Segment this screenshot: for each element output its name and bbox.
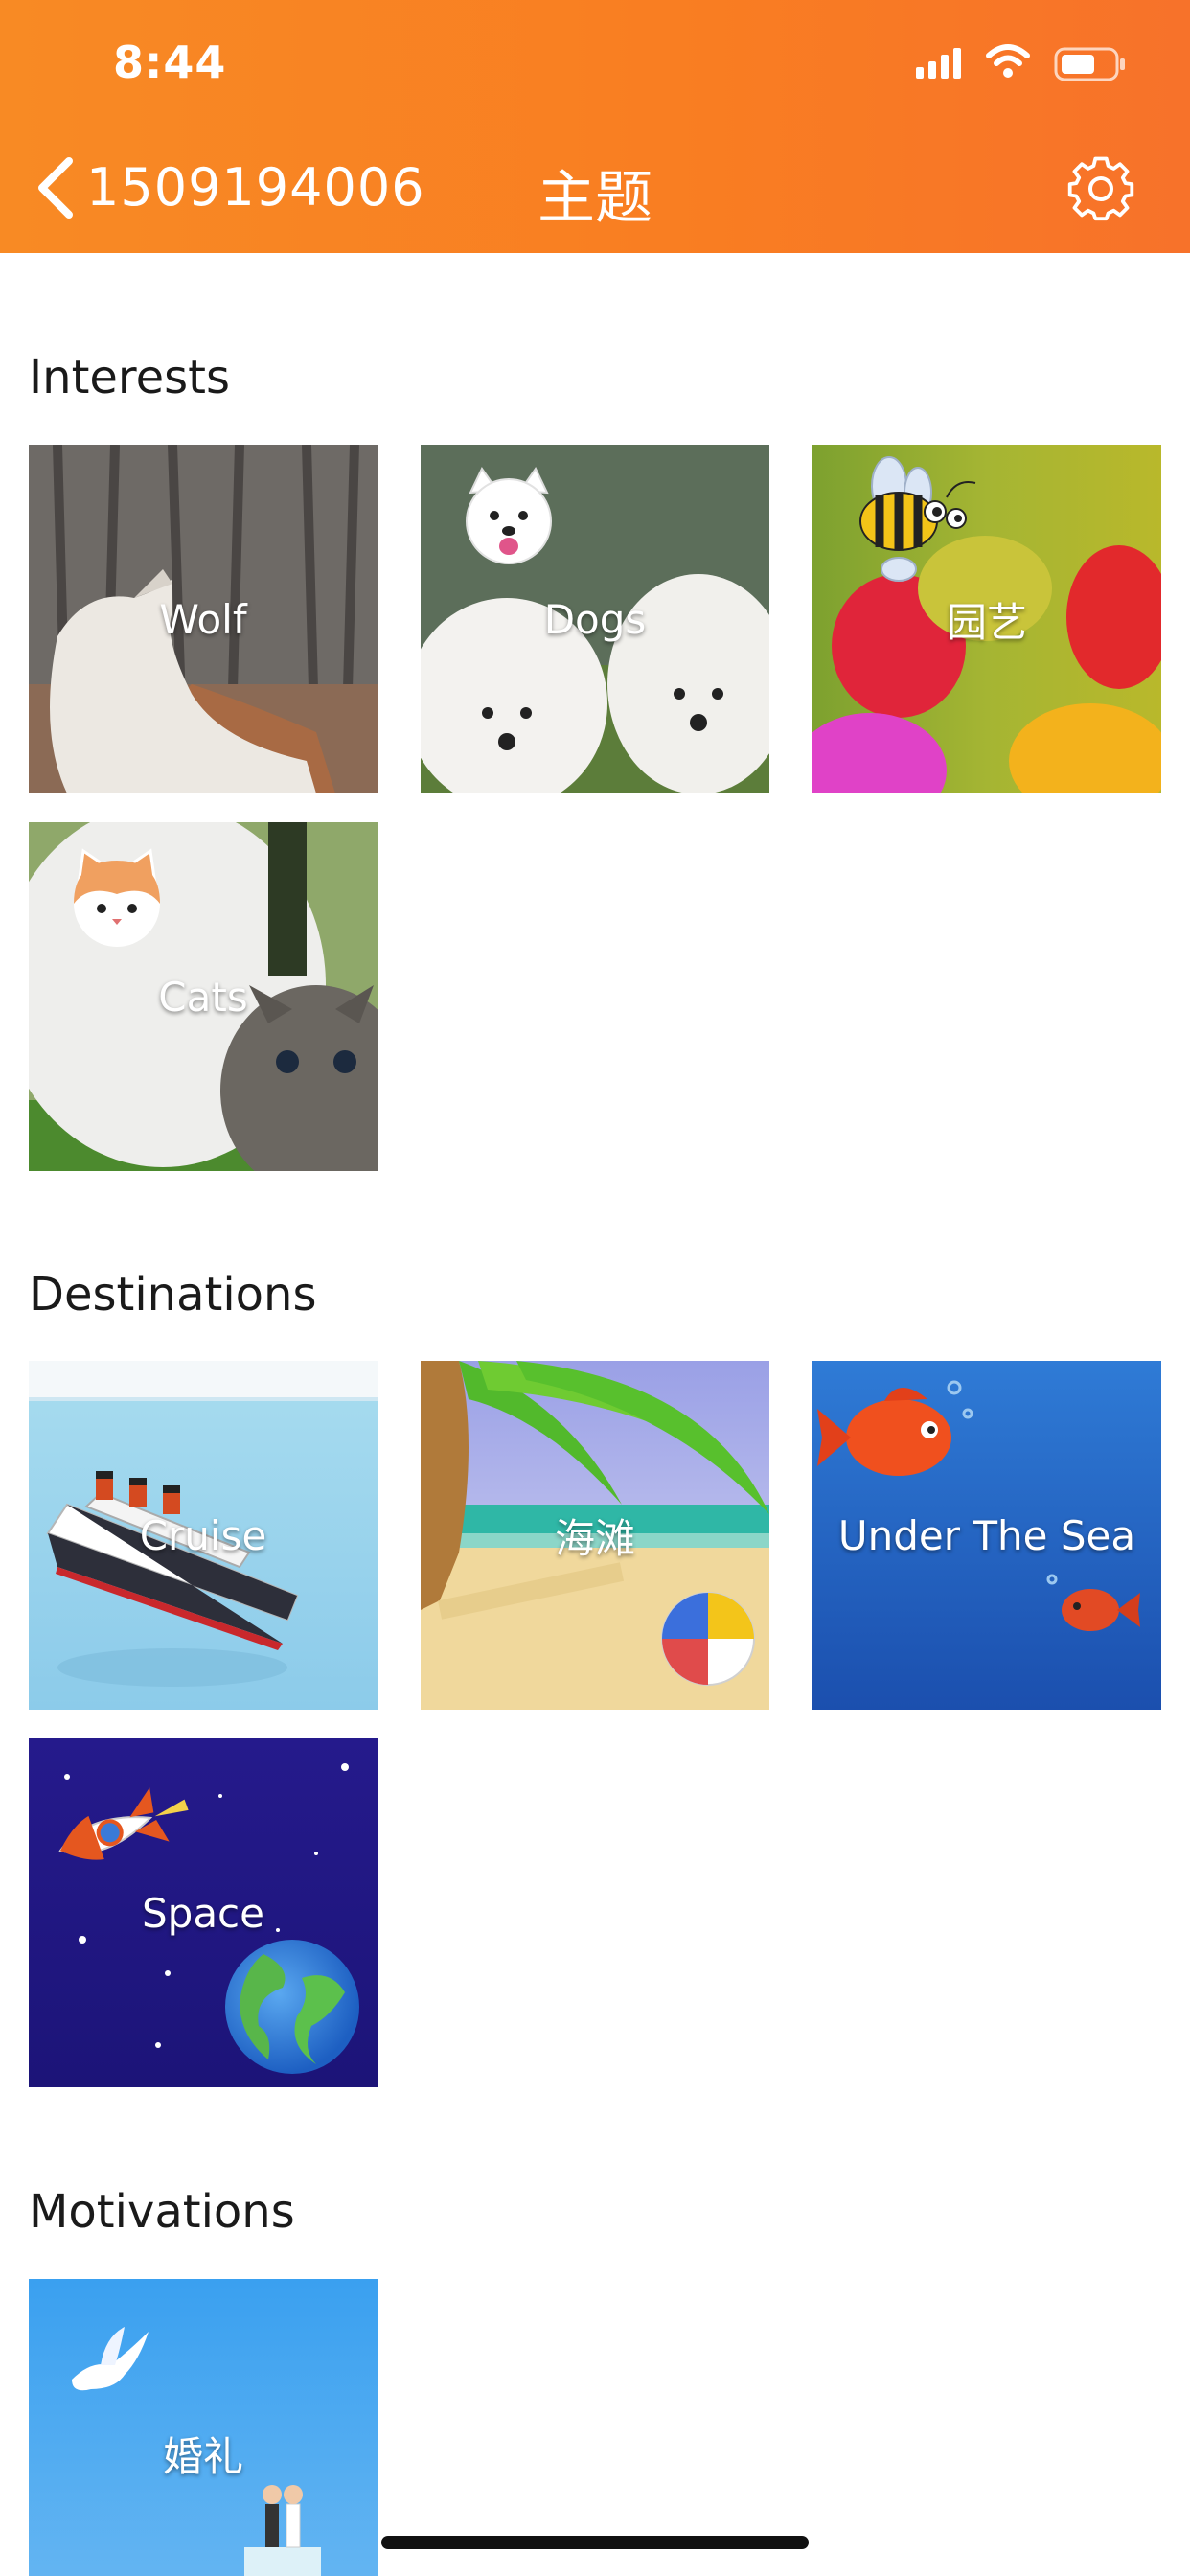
theme-tile-cats[interactable]: Cats	[29, 822, 378, 1171]
theme-tile-wedding[interactable]: 婚礼	[29, 2279, 378, 2576]
theme-tile-dogs[interactable]: Dogs	[421, 445, 769, 794]
theme-tile-beach[interactable]: 海滩	[421, 1361, 769, 1710]
section-title-interests: Interests	[29, 351, 230, 404]
tile-label: 海滩	[554, 1514, 635, 1562]
tile-label: Dogs	[543, 595, 647, 643]
tile-label: Wolf	[159, 595, 247, 643]
tile-label: Space	[142, 1889, 264, 1937]
theme-tile-cruise[interactable]: Cruise	[29, 1361, 378, 1710]
tile-label: Cats	[158, 973, 248, 1021]
home-indicator[interactable]	[381, 2536, 809, 2549]
theme-tile-space[interactable]: Space	[29, 1738, 378, 2087]
status-time: 8:44	[113, 36, 227, 88]
tile-label: Cruise	[139, 1511, 267, 1559]
tile-label: Under The Sea	[837, 1511, 1136, 1559]
battery-icon	[1054, 47, 1125, 81]
page-title: 主题	[538, 165, 652, 232]
cellular-signal-icon	[916, 48, 961, 79]
theme-tile-wolf[interactable]: Wolf	[29, 445, 378, 794]
tile-label: 婚礼	[162, 2432, 243, 2480]
wifi-icon	[986, 44, 1030, 78]
theme-tile-under-the-sea[interactable]: Under The Sea	[812, 1361, 1161, 1710]
section-title-motivations: Motivations	[29, 2185, 295, 2239]
theme-tile-gardening[interactable]: 园艺	[812, 445, 1161, 794]
gear-icon[interactable]	[1067, 155, 1134, 222]
tile-label: 园艺	[946, 598, 1027, 646]
nav-bar: 8:44 1509194006 主题	[0, 0, 1190, 253]
section-title-destinations: Destinations	[29, 1268, 317, 1322]
